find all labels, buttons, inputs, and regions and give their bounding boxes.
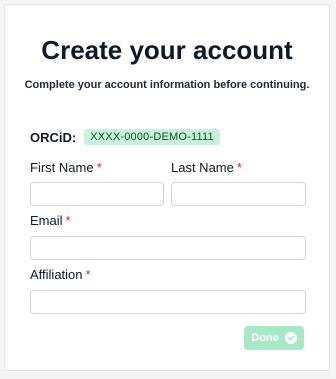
done-label: Done [251, 332, 279, 344]
last-name-label: Last Name * [171, 160, 242, 175]
email-label: Email * [30, 213, 71, 228]
affiliation-label: Affiliation * [30, 267, 91, 282]
page-title: Create your account [41, 35, 293, 65]
first-name-label-text: First Name [30, 160, 94, 175]
email-label-text: Email [30, 213, 63, 228]
required-marker: * [96, 160, 102, 175]
last-name-label-text: Last Name [171, 160, 234, 175]
affiliation-input[interactable] [30, 290, 306, 314]
first-name-input[interactable] [30, 182, 164, 206]
orcid-badge: XXXX-0000-DEMO-1111 [84, 129, 220, 145]
email-input[interactable] [30, 236, 306, 260]
create-account-card: Create your account Complete your accoun… [4, 4, 330, 371]
required-marker: * [85, 267, 91, 282]
first-name-label: First Name * [30, 160, 102, 175]
last-name-input[interactable] [171, 182, 306, 206]
orcid-row: ORCiD: XXXX-0000-DEMO-1111 [30, 127, 220, 147]
page-subtitle: Complete your account information before… [24, 79, 310, 91]
orcid-label: ORCiD: [30, 129, 77, 145]
done-button[interactable]: Done [244, 326, 304, 350]
check-circle-icon [284, 332, 297, 344]
required-marker: * [65, 213, 71, 228]
required-marker: * [236, 160, 242, 175]
affiliation-label-text: Affiliation [30, 267, 83, 282]
